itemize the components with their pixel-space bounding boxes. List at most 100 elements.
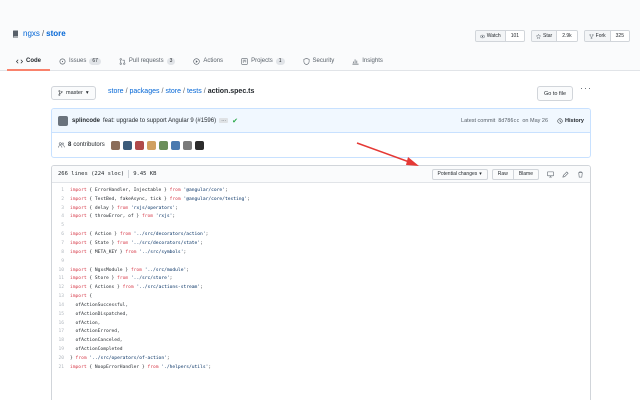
contributors-count[interactable]: 8 <box>68 142 71 148</box>
line-number[interactable]: 5 <box>52 223 70 228</box>
line-number[interactable]: 17 <box>52 329 70 334</box>
check-icon[interactable]: ✔ <box>232 117 238 125</box>
code-text: ofAction, <box>70 321 100 326</box>
line-number[interactable]: 1 <box>52 188 70 193</box>
tab-label: Insights <box>362 58 383 64</box>
potential-changes-label: Potential changes <box>438 171 478 177</box>
avatar[interactable] <box>171 141 180 150</box>
avatar[interactable] <box>195 141 204 150</box>
star-button[interactable]: Star 2.9k <box>531 30 578 42</box>
repo-name-link[interactable]: store <box>46 29 66 38</box>
repo-owner-link[interactable]: ngxs <box>23 29 40 38</box>
desktop-icon[interactable] <box>547 171 554 178</box>
fork-button[interactable]: Fork 325 <box>584 30 630 42</box>
star-icon <box>536 34 541 39</box>
breadcrumb-separator: / <box>126 88 128 95</box>
history-link[interactable]: History <box>557 118 584 124</box>
breadcrumb-item[interactable]: tests <box>187 88 202 95</box>
tab-actions[interactable]: Actions <box>184 53 232 71</box>
avatar[interactable] <box>123 141 132 150</box>
repo-book-icon <box>12 30 19 38</box>
line-number[interactable]: 7 <box>52 241 70 246</box>
watch-button[interactable]: Watch 101 <box>475 30 525 42</box>
line-number[interactable]: 20 <box>52 356 70 361</box>
project-icon <box>241 58 248 65</box>
code-listing: 1import { ErrorHandler, Injectable } fro… <box>52 183 590 372</box>
raw-button[interactable]: Raw <box>492 169 514 180</box>
contributors-label[interactable]: contributors <box>73 142 104 148</box>
code-text: import { META_KEY } from '../src/symbols… <box>70 250 186 255</box>
fork-count[interactable]: 325 <box>611 31 629 41</box>
chevron-down-icon: ▾ <box>86 90 89 96</box>
code-line: 2import { TestBed, fakeAsync, tick } fro… <box>52 195 590 204</box>
code-line: 6import { Action } from '../src/decorato… <box>52 230 590 239</box>
line-number[interactable]: 13 <box>52 294 70 299</box>
tab-label: Code <box>26 58 41 64</box>
commit-message[interactable]: feat: upgrade to support Angular 9 (#159… <box>103 118 216 124</box>
tab-pull-requests[interactable]: Pull requests 3 <box>110 53 184 71</box>
branch-select-button[interactable]: master ▾ <box>51 86 96 100</box>
line-number[interactable]: 15 <box>52 312 70 317</box>
trash-icon[interactable] <box>577 171 584 178</box>
code-text: import { Actions } from '../src/actions-… <box>70 285 203 290</box>
star-label: Star <box>543 33 552 39</box>
line-number[interactable]: 9 <box>52 259 70 264</box>
code-line: 14 ofActionSuccessful, <box>52 301 590 310</box>
avatar[interactable] <box>159 141 168 150</box>
line-number[interactable]: 4 <box>52 214 70 219</box>
code-text: import { Action } from '../src/decorator… <box>70 232 208 237</box>
commit-expand-button[interactable]: … <box>219 118 228 123</box>
line-number[interactable]: 18 <box>52 338 70 343</box>
tab-code[interactable]: Code <box>7 53 50 71</box>
contributor-avatars <box>111 141 204 150</box>
star-count[interactable]: 2.9k <box>557 31 576 41</box>
line-number[interactable]: 11 <box>52 276 70 281</box>
code-line: 10import { NgxsModule } from '../src/mod… <box>52 266 590 275</box>
line-number[interactable]: 16 <box>52 321 70 326</box>
line-number[interactable]: 8 <box>52 250 70 255</box>
code-text: import { Store } from '../src/store'; <box>70 276 172 281</box>
code-line: 20} from '../src/operators/of-action'; <box>52 354 590 363</box>
contributors-row: 8 contributors <box>52 133 590 157</box>
avatar[interactable] <box>111 141 120 150</box>
line-number[interactable]: 6 <box>52 232 70 237</box>
avatar[interactable] <box>147 141 156 150</box>
code-line: 13import { <box>52 292 590 301</box>
avatar[interactable] <box>135 141 144 150</box>
line-number[interactable]: 14 <box>52 303 70 308</box>
avatar[interactable] <box>183 141 192 150</box>
go-to-file-button[interactable]: Go to file <box>537 86 573 101</box>
breadcrumb-item[interactable]: store <box>108 88 124 95</box>
tab-insights[interactable]: Insights <box>343 53 392 71</box>
breadcrumb-item[interactable]: packages <box>130 88 160 95</box>
line-number[interactable]: 2 <box>52 197 70 202</box>
code-text: import { NoopErrorHandler } from './help… <box>70 365 211 370</box>
tab-label: Issues <box>69 58 86 64</box>
breadcrumb-item[interactable]: store <box>165 88 181 95</box>
code-line: 1import { ErrorHandler, Injectable } fro… <box>52 186 590 195</box>
commit-sha[interactable]: 8d786cc <box>498 118 519 124</box>
potential-changes-button[interactable]: Potential changes ▾ <box>432 169 488 180</box>
fork-icon <box>589 34 594 39</box>
more-options-icon[interactable]: ··· <box>580 83 592 93</box>
avatar[interactable] <box>58 116 68 126</box>
tab-issues[interactable]: Issues 67 <box>50 53 110 71</box>
tab-projects[interactable]: Projects 1 <box>232 53 293 71</box>
watch-count[interactable]: 101 <box>506 31 524 41</box>
line-number[interactable]: 12 <box>52 285 70 290</box>
code-line: 18 ofActionCanceled, <box>52 336 590 345</box>
line-number[interactable]: 19 <box>52 347 70 352</box>
commit-author[interactable]: splincode <box>72 118 100 124</box>
code-line: 15 ofActionDispatched, <box>52 310 590 319</box>
tab-security[interactable]: Security <box>294 53 344 71</box>
repo-actions: Watch 101 Star 2.9k Fork 325 <box>475 30 630 42</box>
pencil-icon[interactable] <box>562 171 569 178</box>
raw-blame-group: Raw Blame <box>492 169 539 180</box>
line-number[interactable]: 3 <box>52 206 70 211</box>
line-number[interactable]: 10 <box>52 268 70 273</box>
tab-label: Security <box>313 58 335 64</box>
code-icon <box>16 58 23 65</box>
line-number[interactable]: 21 <box>52 365 70 370</box>
divider <box>128 170 129 178</box>
blame-button[interactable]: Blame <box>514 169 539 180</box>
